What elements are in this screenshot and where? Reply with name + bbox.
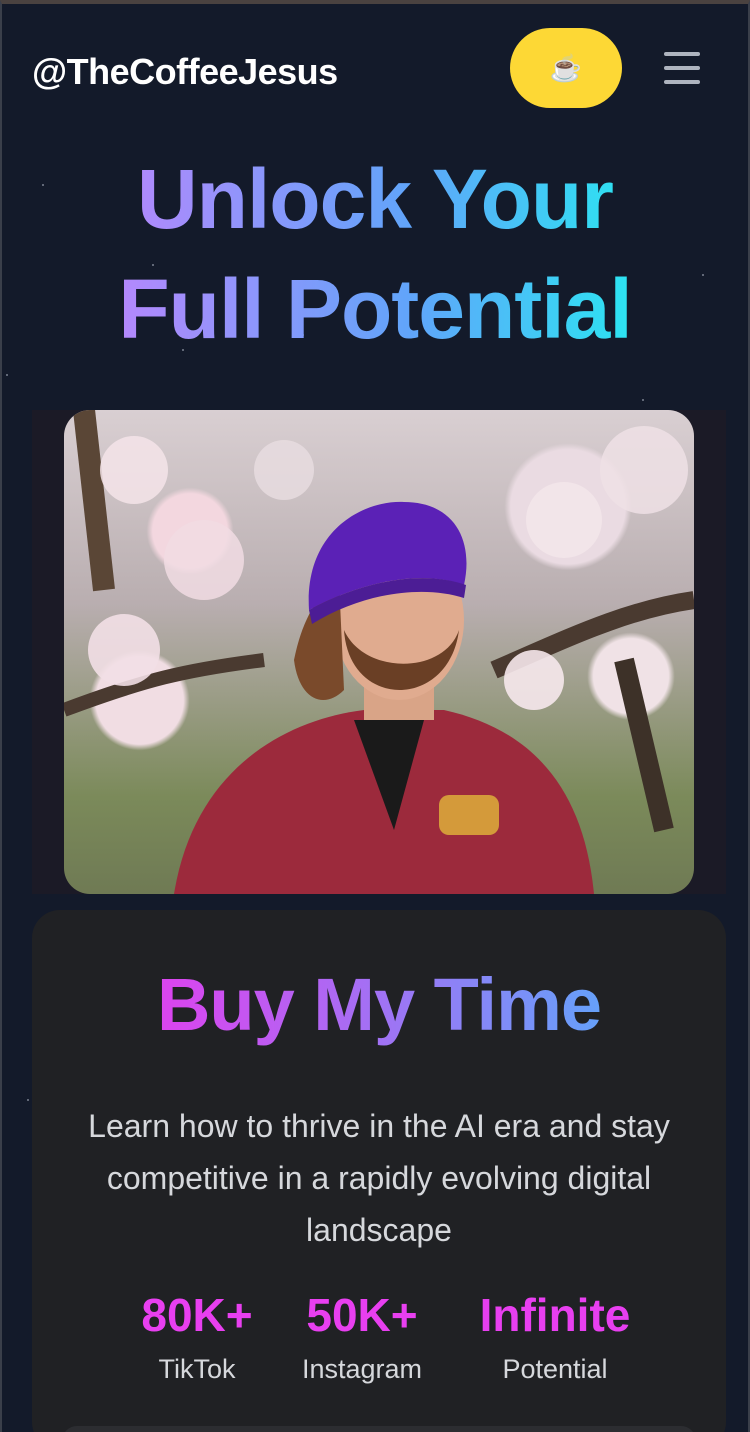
coffee-cup-icon: ☕ [549, 52, 583, 83]
hero-title-line1: Unlock Your [137, 152, 613, 246]
stat-value: 50K+ [306, 1289, 418, 1341]
stat-instagram: 50K+ Instagram [292, 1288, 432, 1385]
buy-my-time-card: Buy My Time Learn how to thrive in the A… [32, 910, 726, 1432]
stat-value: Infinite [479, 1289, 631, 1341]
stat-value: 80K+ [141, 1289, 253, 1341]
brand-handle[interactable]: @TheCoffeeJesus [32, 51, 338, 93]
stat-label: Instagram [301, 1354, 423, 1384]
stat-label: TikTok [158, 1354, 236, 1384]
hero-title-line2: Full Potential [118, 262, 632, 356]
stat-potential: Infinite Potential [470, 1288, 640, 1385]
hero-title: Unlock Your Full Potential [2, 144, 748, 364]
card-title: Buy My Time [32, 962, 726, 1047]
hamburger-menu-icon [664, 52, 700, 56]
top-nav: @TheCoffeeJesus ☕ [32, 28, 722, 116]
profile-photo [64, 410, 694, 894]
buy-coffee-button[interactable]: ☕ [510, 28, 622, 108]
stat-tiktok: 80K+ TikTok [122, 1288, 272, 1385]
hamburger-menu-button[interactable] [664, 52, 704, 84]
stat-label: Potential [502, 1354, 608, 1384]
profile-photo-frame [32, 410, 726, 894]
card-description: Learn how to thrive in the AI era and st… [88, 1108, 670, 1248]
profile-photo-illustration [64, 410, 694, 894]
card-bottom-panel [62, 1426, 696, 1432]
